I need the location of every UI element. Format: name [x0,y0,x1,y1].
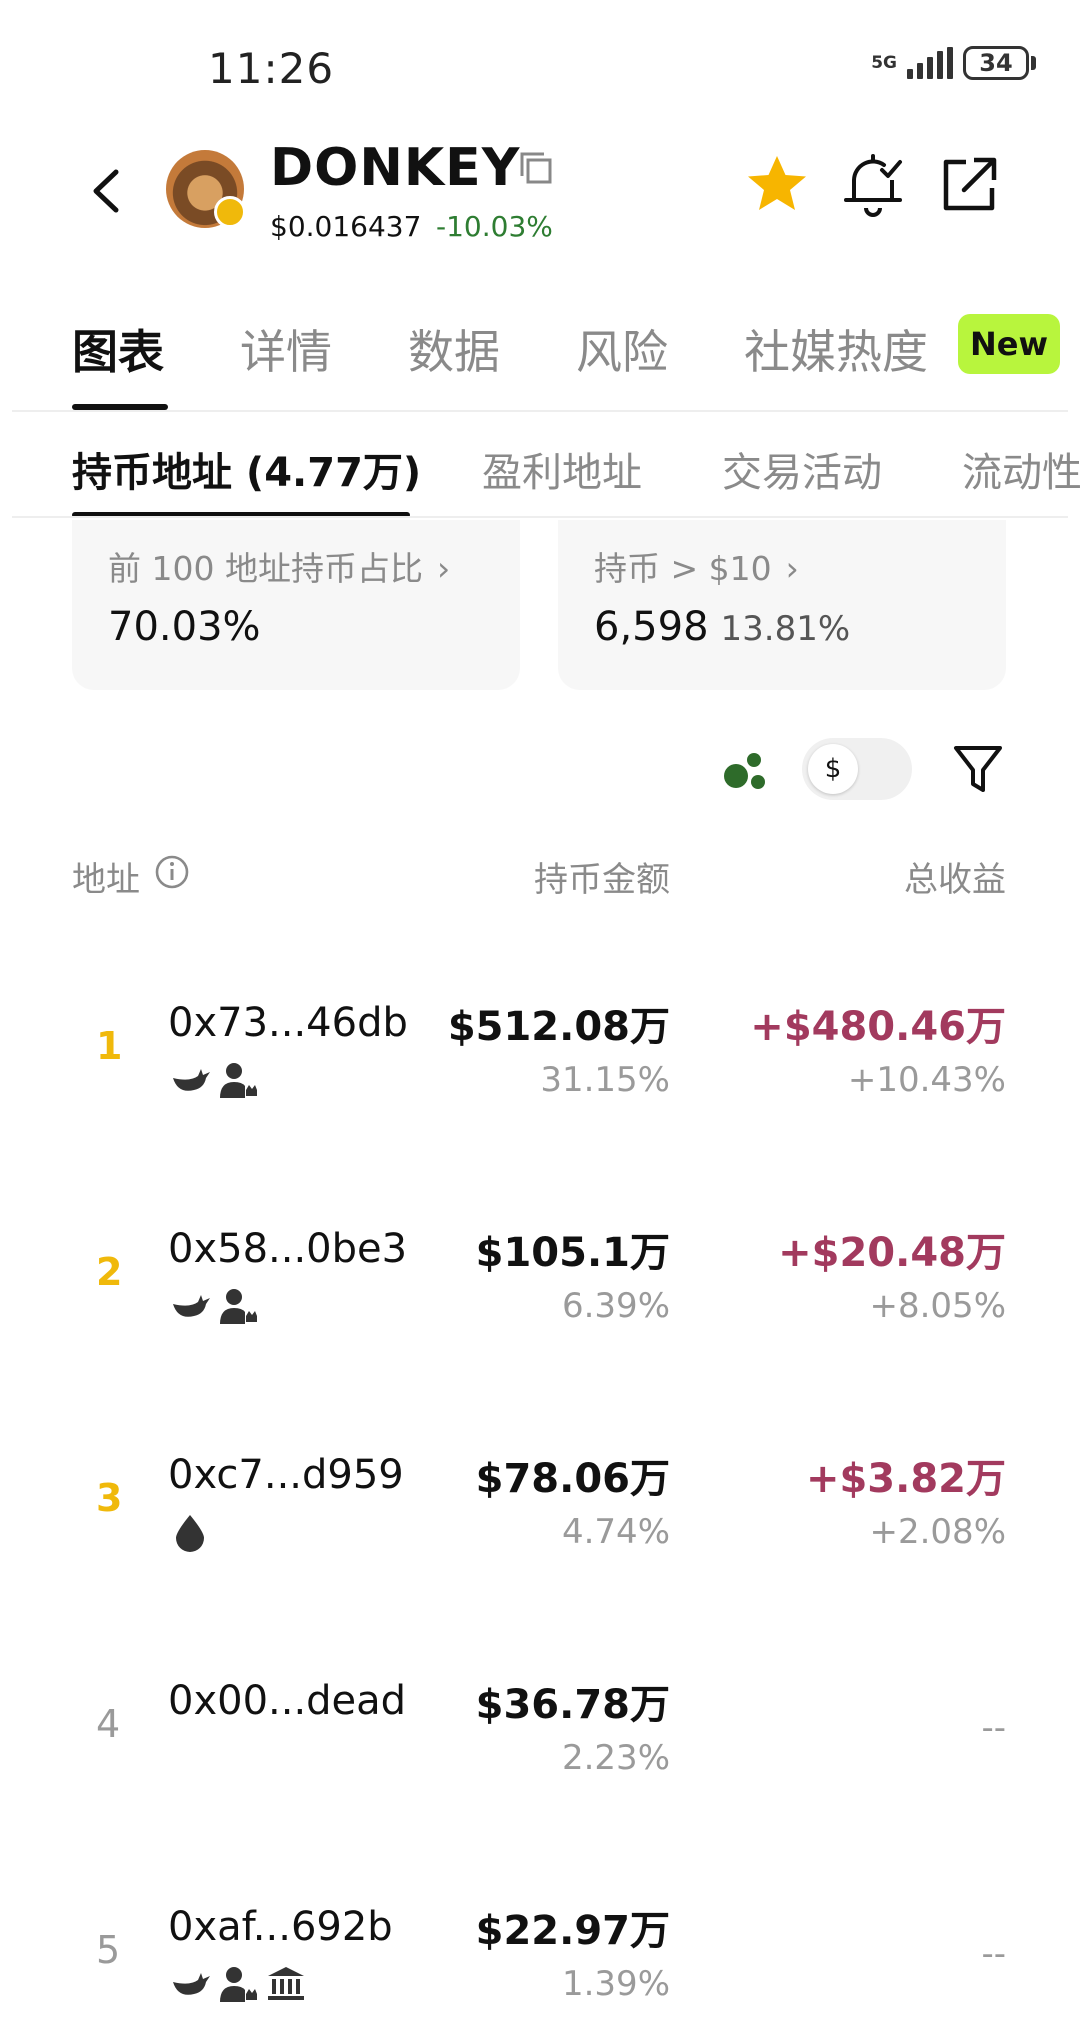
total-pnl: -- [981,1934,1006,1974]
subtab-activity[interactable]: 交易活动 [722,440,882,498]
tab-data[interactable]: 数据 [408,316,500,382]
chevron-right-icon: › [436,549,451,588]
holders-over-10-card[interactable]: 持币 > $10 › 6,598 13.81% [558,520,1006,690]
star-icon[interactable] [744,152,810,218]
total-pnl: +$480.46万 [750,1004,1006,1050]
holder-address: 0x73...46db [168,1000,408,1046]
battery-level: 34 [963,46,1029,80]
total-pnl: +$20.48万 [778,1230,1006,1276]
table-row[interactable]: 1 0x73...46db $512.08万 31.15% +$480.46万 … [0,960,1080,1185]
holding-amount: $22.97万 [475,1908,670,1954]
chevron-right-icon: › [785,549,799,588]
card-label: 前 100 地址持币占比 [108,549,423,588]
status-indicators: 5G 34 [871,46,1036,80]
new-badge: New [958,314,1060,374]
subtab-profitable[interactable]: 盈利地址 [482,440,642,498]
holder-address: 0x00...dead [168,1678,407,1724]
subtab-holders[interactable]: 持币地址 (4.77万) [72,440,421,498]
col-pnl: 总收益 [904,860,1006,900]
holding-percent: 1.39% [561,1964,670,2004]
table-row[interactable]: 4 0x00...dead $36.78万 2.23% -- [0,1638,1080,1863]
card-label-wrap: 持币 > $10 › [594,542,799,590]
rank: 3 [96,1476,123,1520]
token-name: DONKEY [270,138,521,198]
chain-badge-icon [214,196,246,228]
drop-icon [176,1515,204,1552]
holder-address: 0x58...0be3 [168,1226,408,1272]
person-crown-icon [220,1967,257,2002]
whale-icon [173,1069,210,1091]
col-address: 地址 [72,860,140,900]
status-time: 11:26 [208,44,335,93]
toggle-knob: $ [808,744,858,794]
main-tabs: 图表 详情 数据 风险 社媒热度 [0,310,1080,410]
usd-toggle[interactable]: $ [802,738,912,800]
divider [12,516,1068,518]
total-pnl: -- [981,1708,1006,1748]
info-icon[interactable] [154,854,190,890]
network-type: 5G [871,52,897,73]
holding-percent: 6.39% [561,1286,670,1326]
person-crown-icon [220,1289,257,1324]
card-label: 持币 > $10 [594,549,772,588]
bubble-map-icon[interactable] [722,748,768,794]
tab-chart[interactable]: 图表 [72,316,164,382]
token-price: $0.016437 [270,210,422,243]
table-row[interactable]: 3 0xc7...d959 $78.06万 4.74% +$3.82万 +2.0… [0,1412,1080,1637]
total-pnl: +$3.82万 [805,1456,1006,1502]
holder-tags [170,1286,258,1326]
bell-icon[interactable] [840,150,906,220]
holder-tags [170,1964,306,2004]
bank-icon [268,1967,304,2000]
holding-amount: $512.08万 [447,1004,670,1050]
table-row[interactable]: 2 0x58...0be3 $105.1万 6.39% +$20.48万 +8.… [0,1186,1080,1411]
whale-icon [173,1973,210,1995]
copy-icon[interactable] [518,150,554,186]
token-price-change: -10.03% [436,210,553,243]
rank: 1 [96,1024,123,1068]
holding-percent: 4.74% [561,1512,670,1552]
battery-icon: 34 [963,46,1036,80]
signal-icon [907,47,953,79]
col-amount: 持币金额 [534,860,670,900]
tab-social[interactable]: 社媒热度 [744,316,928,382]
filter-icon[interactable] [950,740,1006,796]
total-pnl-percent: +8.05% [869,1286,1007,1326]
holder-address: 0xaf...692b [168,1904,393,1950]
person-crown-icon [220,1063,257,1098]
total-pnl-percent: +10.43% [847,1060,1006,1100]
card-value: 6,598 [594,604,709,650]
rank: 4 [96,1702,121,1746]
holder-tags [170,1060,258,1100]
top100-share-card[interactable]: 前 100 地址持币占比 › 70.03% [72,520,520,690]
card-value: 70.03% [108,604,261,650]
card-sub-value: 13.81% [720,609,851,649]
holding-percent: 2.23% [561,1738,670,1778]
table-row[interactable]: 5 0xaf...692b $22.97万 1.39% -- [0,1864,1080,2019]
holder-address: 0xc7...d959 [168,1452,404,1498]
tab-details[interactable]: 详情 [240,316,332,382]
holding-amount: $78.06万 [475,1456,670,1502]
card-value-wrap: 6,598 13.81% [594,604,850,650]
holders-page: 11:26 5G 34 DONKEY $0.016437 -10.03% 图表 … [0,0,1080,2019]
total-pnl-percent: +2.08% [869,1512,1007,1552]
whale-icon [173,1295,210,1317]
tab-risk[interactable]: 风险 [576,316,668,382]
rank: 2 [96,1250,123,1294]
rank: 5 [96,1928,121,1972]
holding-amount: $105.1万 [475,1230,670,1276]
holding-percent: 31.15% [540,1060,670,1100]
holder-tags [170,1512,210,1552]
share-icon[interactable] [940,154,1000,214]
subtab-liquidity[interactable]: 流动性 [962,440,1080,498]
holding-amount: $36.78万 [475,1682,670,1728]
divider [12,410,1068,412]
card-label-wrap: 前 100 地址持币占比 › [108,542,450,590]
back-icon[interactable] [88,168,122,214]
